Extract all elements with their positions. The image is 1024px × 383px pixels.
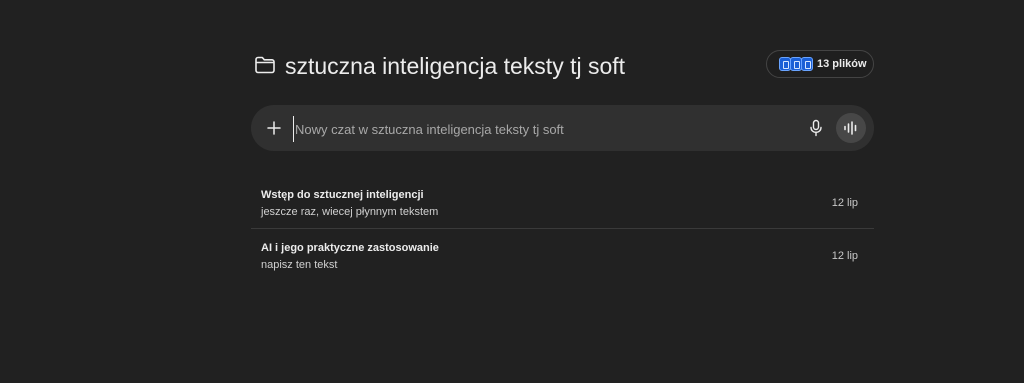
chat-list-item[interactable]: Wstęp do sztucznej inteligencji jeszcze … [251, 176, 874, 229]
chat-list: Wstęp do sztucznej inteligencji jeszcze … [251, 176, 874, 281]
chat-title: AI i jego praktyczne zastosowanie [261, 242, 439, 254]
voice-mode-button[interactable] [836, 113, 866, 143]
chat-date: 12 lip [831, 197, 858, 209]
chat-title: Wstęp do sztucznej inteligencji [261, 189, 424, 201]
chat-snippet: jeszcze raz, wiecej płynnym tekstem [261, 206, 439, 218]
microphone-icon[interactable] [808, 119, 824, 137]
project-title: sztuczna inteligencja teksty tj soft [285, 53, 626, 79]
folder-icon [255, 56, 275, 74]
files-count: 13 plików [817, 58, 867, 70]
chat-list-item[interactable]: AI i jego praktyczne zastosowanie napisz… [251, 229, 874, 281]
plus-icon[interactable] [266, 120, 282, 136]
chat-composer [251, 105, 874, 151]
chat-snippet: napisz ten tekst [261, 259, 338, 271]
project-files-button[interactable]: 13 plików [766, 50, 874, 78]
new-chat-input[interactable] [293, 116, 797, 142]
project-header: sztuczna inteligencja teksty tj soft 13 … [251, 50, 874, 84]
chat-date: 12 lip [831, 250, 858, 262]
voice-mode-icon [844, 121, 857, 135]
file-stack-icon [779, 57, 815, 72]
